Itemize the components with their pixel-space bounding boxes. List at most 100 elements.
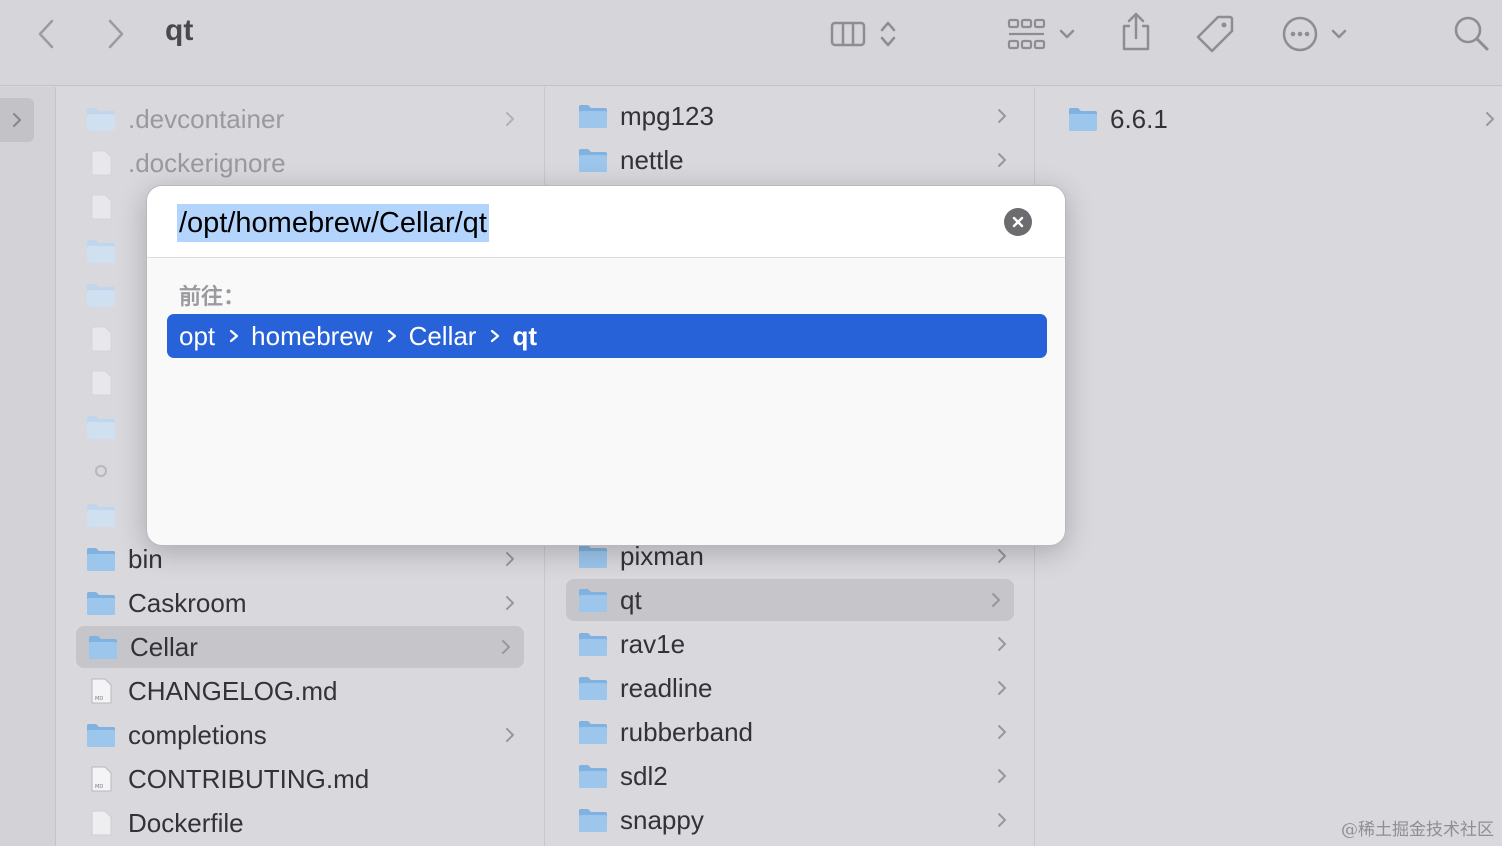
list-item[interactable]: .devcontainer [86,99,526,139]
close-icon [1012,216,1024,228]
list-item[interactable] [86,319,146,359]
path-input[interactable]: /opt/homebrew/Cellar/qt [177,204,489,242]
list-item[interactable]: completions [86,715,526,755]
svg-text:MD: MD [95,784,103,790]
item-name: .dockerignore [128,147,286,178]
chevron-right-icon [998,813,1006,827]
folder-icon [87,592,115,615]
clear-button[interactable] [1004,208,1032,236]
list-item[interactable]: 6.6.1 [1068,99,1496,139]
list-item[interactable]: snappy [578,800,1018,840]
list-item[interactable]: rav1e [578,624,1018,664]
path-segment: qt [512,320,538,351]
chevron-right-icon [387,329,396,343]
chevron-right-icon [998,769,1006,783]
folder-icon [579,809,607,832]
file-icon [91,326,112,352]
folder-icon [89,636,117,659]
chevron-right-icon [1486,112,1494,126]
list-item[interactable]: .dockerignore [86,143,526,183]
gear-icon [95,465,107,477]
item-name: mpg123 [620,100,714,131]
list-item[interactable] [86,363,146,403]
list-item[interactable]: mpg123 [578,96,1018,136]
chevron-right-icon [502,640,510,654]
list-item[interactable]: MD CONTRIBUTING.md [86,759,526,799]
item-name: Dockerfile [128,807,244,838]
chevron-right-icon [998,725,1006,739]
path-segment: Cellar [408,320,477,351]
folder-icon [87,108,115,131]
list-item-selected[interactable]: qt [566,579,1014,621]
item-name: rav1e [620,628,686,659]
group-grid-icon[interactable] [1004,16,1048,52]
item-name: readline [620,672,713,703]
folder-icon [579,105,607,128]
go-to-folder-dialog: /opt/homebrew/Cellar/qt 前往： opt homebrew… [146,185,1066,546]
list-item[interactable] [86,407,146,447]
item-name: Caskroom [128,587,247,618]
chevron-right-icon [998,153,1006,167]
chevron-right-icon [13,113,21,127]
item-name: Cellar [130,631,198,662]
item-name: CONTRIBUTING.md [128,763,370,794]
chevron-right-icon [992,593,1000,607]
chevron-right-icon [998,681,1006,695]
folder-icon [579,633,607,656]
list-item[interactable]: rubberband [578,712,1018,752]
tag-icon[interactable] [1192,12,1238,56]
chevron-right-icon [506,112,514,126]
item-name: rubberband [620,716,753,747]
file-icon [91,150,112,176]
markdown-file-icon: MD [91,766,112,792]
list-item[interactable] [86,495,146,535]
share-icon[interactable] [1116,10,1156,54]
item-name: CHANGELOG.md [128,675,338,706]
list-item[interactable]: Dockerfile [86,803,526,843]
svg-text:MD: MD [95,696,103,702]
column-view-icon[interactable] [828,18,868,50]
folder-icon [87,284,115,307]
more-chevron-down-icon[interactable] [1328,22,1350,46]
back-icon[interactable] [30,14,62,54]
folder-icon [579,721,607,744]
sort-arrows-icon[interactable] [876,18,900,50]
item-name: bin [128,543,163,574]
search-icon[interactable] [1450,12,1492,54]
chevron-right-icon [230,329,239,343]
chevron-right-icon [506,728,514,742]
chevron-right-icon [506,552,514,566]
browser-column-3: 6.6.1 [1035,87,1502,846]
list-item[interactable] [86,451,146,491]
chevron-down-icon[interactable] [1056,22,1078,46]
chevron-right-icon [998,109,1006,123]
folder-icon [579,765,607,788]
folder-icon [87,548,115,571]
list-item[interactable] [86,187,146,227]
list-item[interactable] [86,231,146,271]
toolbar: qt [0,0,1502,86]
folder-icon [579,545,607,568]
folder-icon [87,416,115,439]
dialog-header: /opt/homebrew/Cellar/qt [147,186,1065,258]
sidebar-collapsed [0,87,56,846]
goto-label: 前往： [179,285,246,310]
folder-icon [87,240,115,263]
forward-icon[interactable] [100,14,132,54]
list-item[interactable]: sdl2 [578,756,1018,796]
item-name: 6.6.1 [1110,103,1168,134]
folder-icon [579,589,607,612]
more-icon[interactable] [1280,14,1320,54]
list-item[interactable] [86,275,146,315]
path-suggestion[interactable]: opt homebrew Cellar qt [167,314,1047,358]
item-name: snappy [620,804,704,835]
watermark: @稀土掘金技术社区 [1341,820,1494,840]
chevron-right-icon [491,329,500,343]
list-item[interactable]: Caskroom [86,583,526,623]
chevron-right-icon [998,549,1006,563]
list-item[interactable]: nettle [578,140,1018,180]
list-item[interactable]: MD CHANGELOG.md [86,671,526,711]
sidebar-toggle[interactable] [0,98,34,142]
list-item[interactable]: readline [578,668,1018,708]
list-item-selected[interactable]: Cellar [76,626,524,668]
